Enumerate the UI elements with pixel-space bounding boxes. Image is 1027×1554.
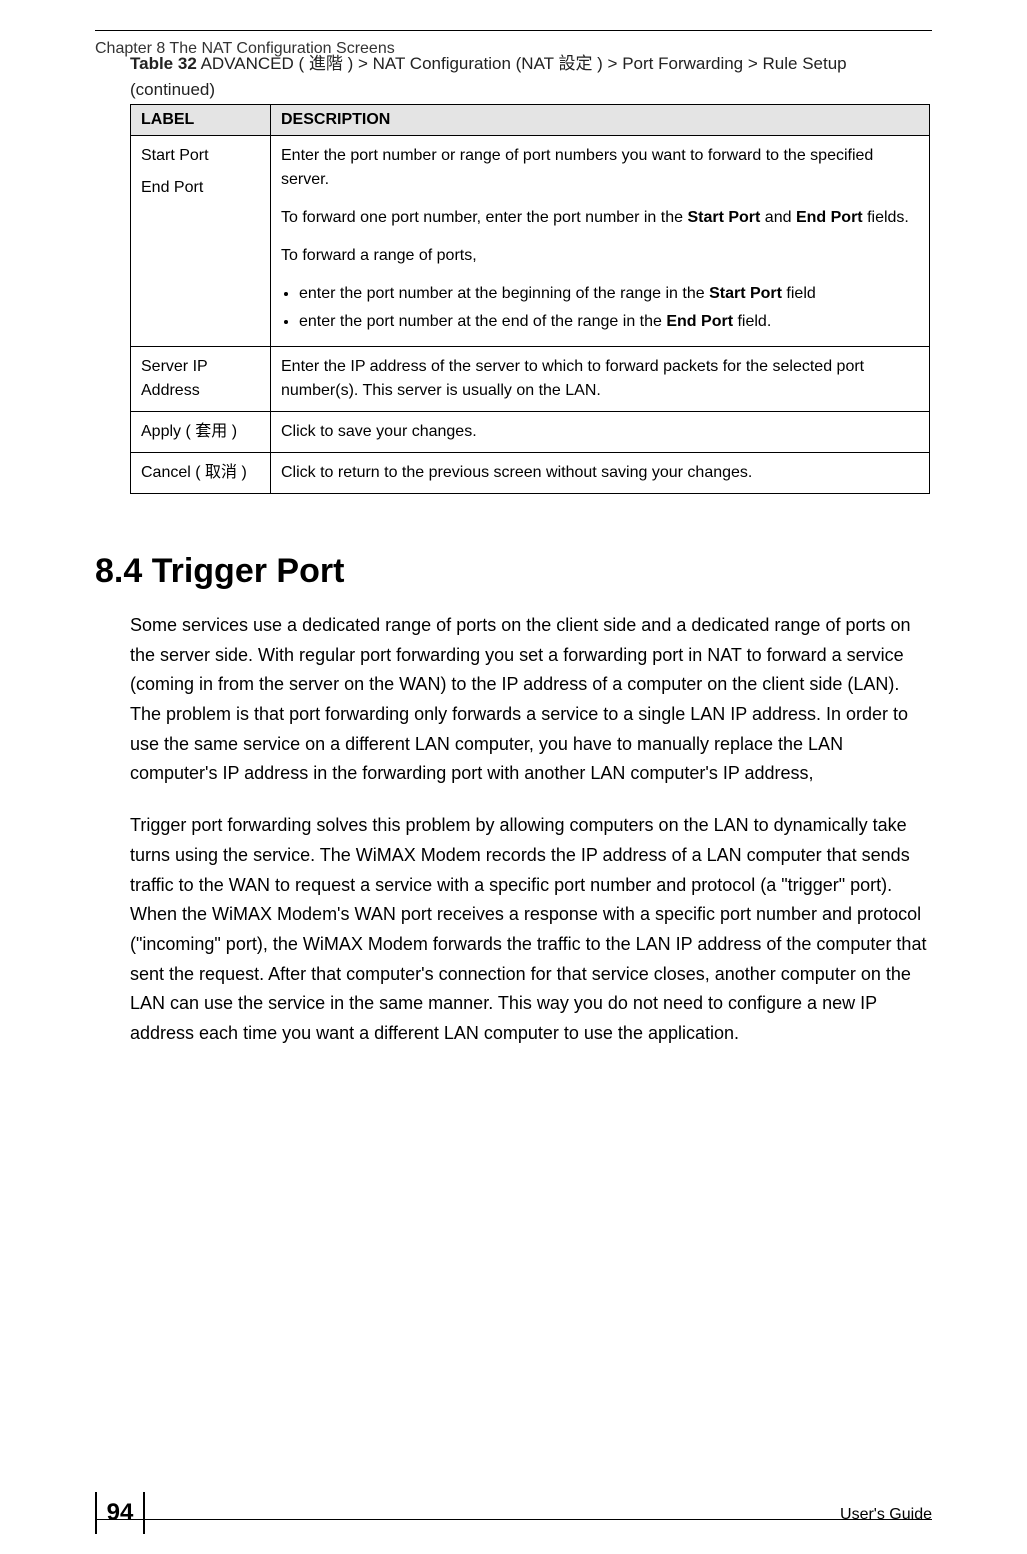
table-caption-text: ADVANCED ( 進階 ) > NAT Configuration (NAT…	[130, 54, 847, 99]
config-table: LABEL DESCRIPTION Start Port End Port En…	[130, 104, 930, 494]
footer-guide: User's Guide	[840, 1506, 932, 1524]
table-row: Start Port End Port Enter the port numbe…	[131, 136, 930, 347]
body-paragraph: Some services use a dedicated range of p…	[130, 611, 932, 789]
label-text: Start Port	[141, 144, 260, 168]
footer-divider	[95, 1519, 932, 1520]
section-heading: 8.4 Trigger Port	[95, 552, 932, 591]
cell-label: Cancel ( 取消 )	[131, 453, 271, 494]
cell-description: Enter the IP address of the server to wh…	[271, 347, 930, 412]
cell-description: Click to save your changes.	[271, 412, 930, 453]
cell-label: Start Port End Port	[131, 136, 271, 347]
label-text: End Port	[141, 176, 260, 200]
list-item: enter the port number at the end of the …	[299, 310, 919, 334]
body-paragraph: Trigger port forwarding solves this prob…	[130, 811, 932, 1049]
table-row: Apply ( 套用 ) Click to save your changes.	[131, 412, 930, 453]
table-row: Server IP Address Enter the IP address o…	[131, 347, 930, 412]
desc-paragraph: Enter the port number or range of port n…	[281, 144, 919, 192]
page-number-box: 94	[95, 1492, 145, 1534]
th-label: LABEL	[131, 105, 271, 136]
table-row: Cancel ( 取消 ) Click to return to the pre…	[131, 453, 930, 494]
chapter-header: Chapter 8 The NAT Configuration Screens	[95, 40, 395, 58]
page-number: 94	[107, 1499, 134, 1526]
cell-description: Click to return to the previous screen w…	[271, 453, 930, 494]
desc-bullet-list: enter the port number at the beginning o…	[299, 282, 919, 334]
table-caption: Table 32 ADVANCED ( 進階 ) > NAT Configura…	[130, 51, 932, 102]
cell-description: Enter the port number or range of port n…	[271, 136, 930, 347]
list-item: enter the port number at the beginning o…	[299, 282, 919, 306]
cell-label: Apply ( 套用 )	[131, 412, 271, 453]
desc-paragraph: To forward one port number, enter the po…	[281, 206, 919, 230]
desc-paragraph: To forward a range of ports,	[281, 244, 919, 268]
footer: 94 User's Guide	[0, 1519, 1027, 1534]
table-header-row: LABEL DESCRIPTION	[131, 105, 930, 136]
header-divider	[95, 30, 932, 31]
cell-label: Server IP Address	[131, 347, 271, 412]
th-description: DESCRIPTION	[271, 105, 930, 136]
